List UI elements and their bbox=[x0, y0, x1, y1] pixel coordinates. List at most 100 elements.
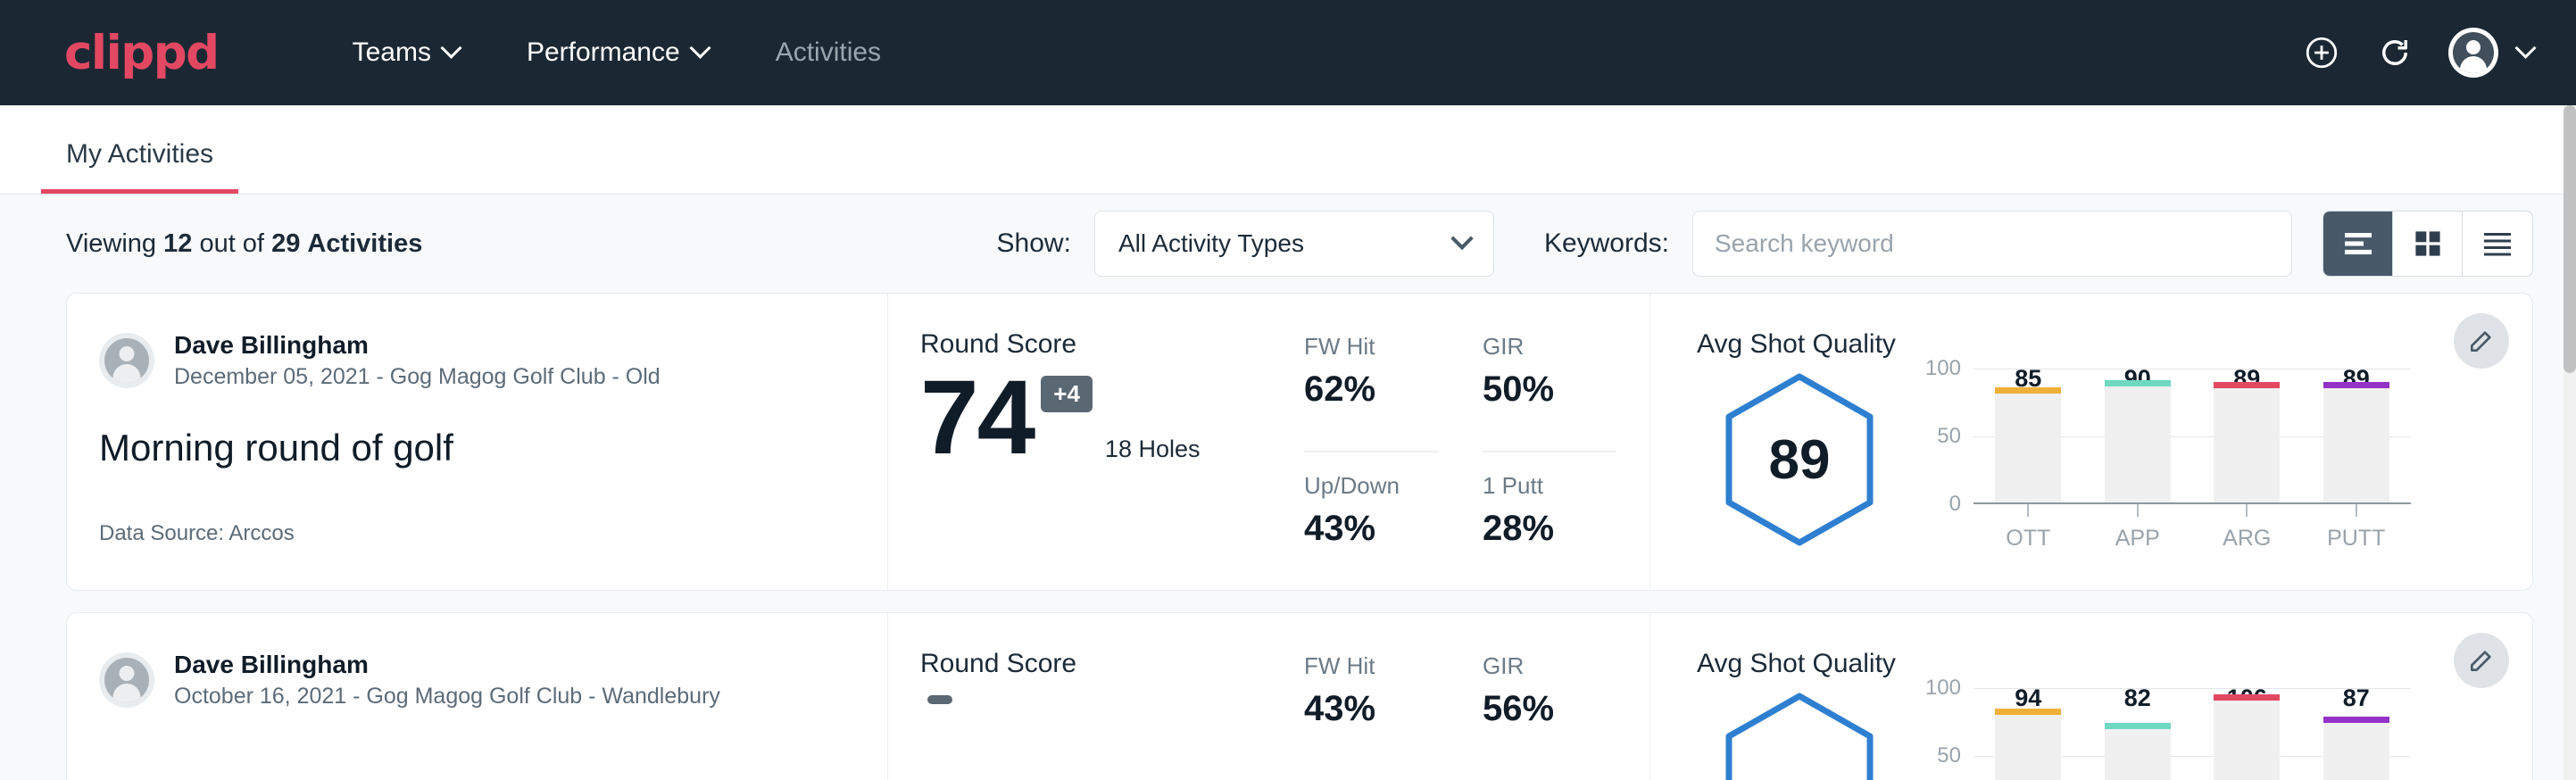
viewing-count: 12 bbox=[163, 229, 192, 258]
plus-circle-icon[interactable] bbox=[2302, 33, 2341, 72]
bar-cap bbox=[2323, 382, 2389, 388]
stat-value: 50% bbox=[1483, 369, 1616, 410]
primary-nav: Teams Performance Activities bbox=[319, 37, 915, 68]
grid-view-button[interactable] bbox=[2393, 212, 2463, 276]
scrollbar-thumb[interactable] bbox=[2564, 105, 2576, 373]
compact-view-icon bbox=[2481, 230, 2514, 257]
score-to-par-badge: +4 bbox=[1041, 376, 1093, 412]
round-stats: FW Hit 62% GIR 50% Up/Down 43% 1 Putt 28… bbox=[1304, 329, 1616, 590]
activity-meta: December 05, 2021 - Gog Magog Golf Club … bbox=[174, 362, 661, 393]
viewing-middle: out of bbox=[199, 229, 264, 258]
round-score-value: 74 bbox=[920, 365, 1034, 470]
nav-actions bbox=[2302, 28, 2533, 78]
results-count: Viewing 12 out of 29 Activities bbox=[66, 229, 422, 259]
round-score-panel: Round Score 74 +4 18 Holes FW Hit 62% GI… bbox=[888, 294, 1650, 590]
nav-item-label: Activities bbox=[776, 37, 881, 68]
bar-group-ott: 85 bbox=[1974, 369, 2083, 502]
bar bbox=[2214, 694, 2280, 780]
chart-plot-area: 94 82 bbox=[1974, 688, 2411, 780]
x-tick-ott: OTT bbox=[1974, 504, 2083, 552]
bar bbox=[2105, 723, 2171, 780]
activity-author: Dave Billingham December 05, 2021 - Gog … bbox=[99, 329, 846, 393]
bar bbox=[2323, 382, 2389, 502]
avg-shot-quality-hexagon bbox=[1697, 688, 1902, 780]
search-input[interactable]: Search keyword bbox=[1692, 211, 2292, 277]
activity-card[interactable]: Dave Billingham December 05, 2021 - Gog … bbox=[66, 293, 2533, 591]
app-logo[interactable]: clippd bbox=[64, 26, 219, 80]
viewing-suffix: Activities bbox=[307, 229, 422, 258]
list-view-icon bbox=[2342, 231, 2374, 256]
nav-item-performance[interactable]: Performance bbox=[493, 37, 742, 68]
stat-gir: GIR 56% bbox=[1483, 652, 1616, 780]
viewing-prefix: Viewing bbox=[66, 229, 156, 258]
x-tick-label: APP bbox=[2115, 526, 2160, 552]
stat-value: 56% bbox=[1483, 689, 1616, 729]
filter-controls: Show: All Activity Types Keywords: Searc… bbox=[997, 211, 2533, 277]
pencil-icon bbox=[2467, 646, 2496, 675]
stat-gir: GIR 50% bbox=[1483, 333, 1616, 452]
chevron-down-icon bbox=[440, 37, 461, 58]
avatar bbox=[99, 333, 154, 388]
stat-label: Up/Down bbox=[1304, 472, 1438, 500]
bar-group-putt: 89 bbox=[2302, 369, 2412, 502]
account-menu[interactable] bbox=[2448, 28, 2533, 78]
bar bbox=[2323, 717, 2389, 780]
filter-bar: Viewing 12 out of 29 Activities Show: Al… bbox=[0, 195, 2576, 293]
avg-shot-quality-value: 89 bbox=[1723, 372, 1876, 547]
x-tick-putt: PUTT bbox=[2302, 504, 2412, 552]
account-avatar-icon bbox=[2448, 28, 2498, 78]
bar bbox=[2105, 380, 2171, 502]
round-stats: FW Hit 43% GIR 56% bbox=[1304, 649, 1616, 780]
tab-my-activities[interactable]: My Activities bbox=[41, 139, 238, 194]
page-scrollbar[interactable] bbox=[2564, 105, 2576, 780]
x-tick-label: ARG bbox=[2223, 526, 2271, 552]
activity-summary: Dave Billingham December 05, 2021 - Gog … bbox=[67, 294, 888, 590]
list-view-button[interactable] bbox=[2323, 212, 2393, 276]
bar-value: 82 bbox=[2124, 685, 2151, 712]
bar-group-arg: 89 bbox=[2192, 369, 2302, 502]
compact-view-button[interactable] bbox=[2463, 212, 2532, 276]
stat-up-down: Up/Down 43% bbox=[1304, 472, 1438, 590]
nav-item-teams[interactable]: Teams bbox=[319, 37, 493, 68]
activity-meta: October 16, 2021 - Gog Magog Golf Club -… bbox=[174, 682, 720, 712]
refresh-icon[interactable] bbox=[2375, 33, 2414, 72]
bar-group-putt: 87 bbox=[2302, 688, 2412, 780]
grid-view-icon bbox=[2413, 228, 2443, 259]
activity-type-select-value: All Activity Types bbox=[1118, 229, 1304, 258]
stat-fw-hit: FW Hit 43% bbox=[1304, 652, 1438, 780]
bar-cap bbox=[1995, 387, 2061, 394]
avg-shot-quality-hexagon: 89 bbox=[1697, 369, 1902, 547]
activity-card[interactable]: Dave Billingham October 16, 2021 - Gog M… bbox=[66, 612, 2533, 780]
activity-data-source: Data Source: Arccos bbox=[99, 521, 846, 546]
y-tick: 0 bbox=[1949, 492, 1961, 517]
chart-bars: 85 90 bbox=[1974, 369, 2411, 502]
tab-label: My Activities bbox=[66, 139, 213, 169]
player-name: Dave Billingham bbox=[174, 329, 661, 361]
score-to-par-badge bbox=[927, 695, 952, 704]
edit-activity-button[interactable] bbox=[2454, 313, 2509, 369]
nav-item-label: Performance bbox=[527, 37, 680, 68]
round-score-label: Round Score bbox=[920, 329, 1304, 360]
nav-item-activities[interactable]: Activities bbox=[742, 37, 915, 68]
show-label: Show: bbox=[997, 228, 1071, 259]
top-navigation-bar: clippd Teams Performance Activities bbox=[0, 0, 2576, 105]
x-tick-label: OTT bbox=[2006, 526, 2050, 552]
view-mode-toggle bbox=[2323, 211, 2533, 277]
chart-y-axis: 100 50 0 bbox=[1911, 688, 1970, 780]
stat-fw-hit: FW Hit 62% bbox=[1304, 333, 1438, 452]
round-score-label: Round Score bbox=[920, 649, 1304, 679]
activity-author: Dave Billingham October 16, 2021 - Gog M… bbox=[99, 649, 846, 712]
bar-group-app: 90 bbox=[2083, 369, 2193, 502]
bar-cap bbox=[2105, 723, 2171, 729]
edit-activity-button[interactable] bbox=[2454, 633, 2509, 688]
activity-type-select[interactable]: All Activity Types bbox=[1094, 211, 1494, 277]
holes-played: 18 Holes bbox=[1105, 436, 1201, 470]
stat-label: GIR bbox=[1483, 652, 1616, 680]
stat-1-putt: 1 Putt 28% bbox=[1483, 472, 1616, 590]
stat-value: 43% bbox=[1304, 689, 1438, 729]
chart-plot-area: 85 90 bbox=[1974, 369, 2411, 504]
viewing-total: 29 bbox=[271, 229, 300, 258]
avg-shot-quality-label: Avg Shot Quality bbox=[1697, 649, 2532, 679]
avg-shot-quality-value bbox=[1723, 692, 1876, 780]
x-tick-label: PUTT bbox=[2327, 526, 2385, 552]
